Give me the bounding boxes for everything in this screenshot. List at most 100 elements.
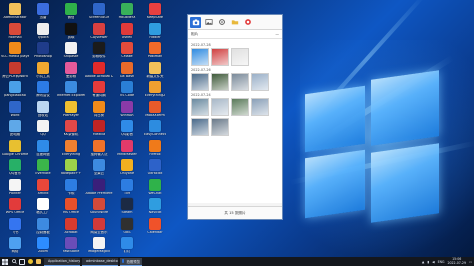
camera-button[interactable] [190, 16, 201, 28]
image-button[interactable] [203, 17, 214, 28]
taskbar-task[interactable]: 拍照预览 [120, 257, 142, 266]
app-icon [9, 159, 21, 171]
search-button[interactable] [10, 257, 18, 266]
language-indicator[interactable]: ENG [438, 260, 445, 264]
photo-thumbnail[interactable] [231, 98, 249, 116]
chrome-icon [27, 259, 33, 264]
desktop-icon-label: Snipaste [63, 55, 79, 58]
app-icon [149, 217, 161, 230]
desktop-icon-label: Xmind [37, 191, 49, 195]
taskbar-task[interactable]: adminbase_desktop... [82, 257, 118, 266]
desktop-icon-label: Notepad++ [60, 172, 82, 175]
photo-thumbnail[interactable] [251, 98, 269, 116]
taskbar-task-label: adminbase_desktop... [86, 259, 118, 263]
app-icon [65, 3, 77, 15]
app-icon [121, 3, 133, 15]
desktop-icon-label: 卡顿 [67, 191, 75, 195]
photo-thumbnail[interactable] [251, 73, 269, 91]
start-button[interactable] [0, 257, 10, 266]
app-icon [121, 139, 133, 152]
section-title: 相片 [191, 31, 199, 36]
desktop-icon-label: SoundWire [89, 211, 109, 214]
volume-icon[interactable]: ◀ [432, 260, 434, 264]
app-icon [121, 22, 133, 35]
app-icon [37, 42, 49, 54]
minimize-button[interactable]: — [275, 32, 279, 36]
desktop-icon[interactable]: ImageMagick [85, 236, 113, 257]
app-icon [121, 120, 133, 132]
desktop-icon-label: 此电脑 [9, 133, 21, 136]
desktop-icon-label: 爱剪辑 [65, 74, 77, 78]
desktop-icon-label: Navicat [148, 211, 162, 214]
desktop-icon-label: Filezilla [92, 133, 106, 136]
photo-thumbnail[interactable] [211, 73, 229, 91]
app-icon [37, 159, 49, 171]
desktop-icon-label: 小丸工具 [36, 74, 50, 78]
desktop-icon-label: CMake [121, 55, 133, 58]
desktop-icon[interactable]: Zoom [29, 236, 57, 257]
app-icon [37, 178, 49, 191]
desktop-icon-label: TIM [124, 191, 130, 195]
desktop-icon-label: 剪映 [67, 35, 75, 39]
photo-thumbnail[interactable] [211, 48, 229, 66]
photo-thumbnail[interactable] [191, 48, 209, 66]
photo-thumbnail[interactable] [231, 48, 249, 66]
desktop-icon-label: EasyConnect [143, 133, 166, 136]
taskbar: Application_history... adminbase_desktop.… [0, 257, 474, 266]
desktop-icon[interactable]: 网络 [1, 236, 29, 257]
app-icon [121, 178, 133, 191]
app-icon [37, 81, 49, 93]
window-toolbar [188, 15, 282, 30]
image-icon [204, 19, 213, 25]
desktop-icon-label: 迅雷 [39, 16, 47, 19]
desktop-icon-label: Administrator [3, 16, 27, 19]
app-icon [65, 100, 77, 113]
app-icon [93, 178, 105, 191]
app-icon [149, 81, 161, 93]
network-icon[interactable]: ▮ [427, 260, 429, 264]
desktop-icon-label: OBS [123, 230, 131, 234]
record-button[interactable] [242, 17, 253, 28]
app-icon [65, 217, 77, 230]
desktop-icon-label: Adobe Premiere [85, 191, 113, 195]
app-icon [37, 120, 49, 132]
desktop-icon-label: 飞书 [11, 230, 19, 234]
task-view-icon [19, 258, 25, 265]
app-icon [65, 22, 77, 35]
taskbar-app-chrome[interactable] [26, 257, 34, 266]
date-label: 2022-07-28 [191, 43, 211, 47]
desktop-icon-label: Everything [61, 152, 81, 156]
photo-thumbnail[interactable] [191, 98, 209, 116]
desktop-icon[interactable]: 钉钉 [113, 236, 141, 257]
chevron-up-icon[interactable]: ▲ [422, 260, 424, 264]
clock[interactable]: 15:06 2022-07-29 [447, 257, 466, 265]
app-icon [9, 81, 21, 93]
desktop-icon-label: QQ音乐 [8, 172, 22, 175]
notification-icon[interactable]: ▭ [469, 260, 472, 264]
photo-thumbnail[interactable] [231, 73, 249, 91]
desktop-icon[interactable]: FastStone [57, 236, 85, 257]
gear-button[interactable] [216, 17, 227, 28]
folder-button[interactable] [229, 17, 240, 28]
taskbar-app-explorer[interactable] [34, 257, 42, 266]
app-icon [9, 139, 21, 152]
desktop-icon-label: ImageMagick [87, 250, 111, 253]
app-icon [65, 42, 77, 54]
desktop-icon-label: 腾讯会议 [36, 94, 50, 97]
photo-thumbnail[interactable] [191, 73, 209, 91]
date-label: 2022-07-26 [191, 68, 211, 72]
app-icon [65, 81, 77, 93]
taskbar-task[interactable]: Application_history... [44, 257, 80, 266]
desktop-icon[interactable]: Calendar [141, 217, 169, 245]
app-icon [121, 217, 133, 230]
photo-thumbnail[interactable] [211, 98, 229, 116]
photo-list: 2022-07-28 2022-07-26 2022-07-24 [188, 39, 282, 203]
windows-start-icon [2, 258, 8, 265]
taskbar-task-label: Application_history... [48, 259, 80, 263]
app-icon [93, 3, 105, 15]
photo-thumbnail[interactable] [211, 118, 229, 136]
task-view-button[interactable] [18, 257, 26, 266]
app-icon [9, 3, 21, 15]
desktop-icon-label: 网易云音乐 [90, 230, 108, 234]
photo-thumbnail[interactable] [191, 118, 209, 136]
